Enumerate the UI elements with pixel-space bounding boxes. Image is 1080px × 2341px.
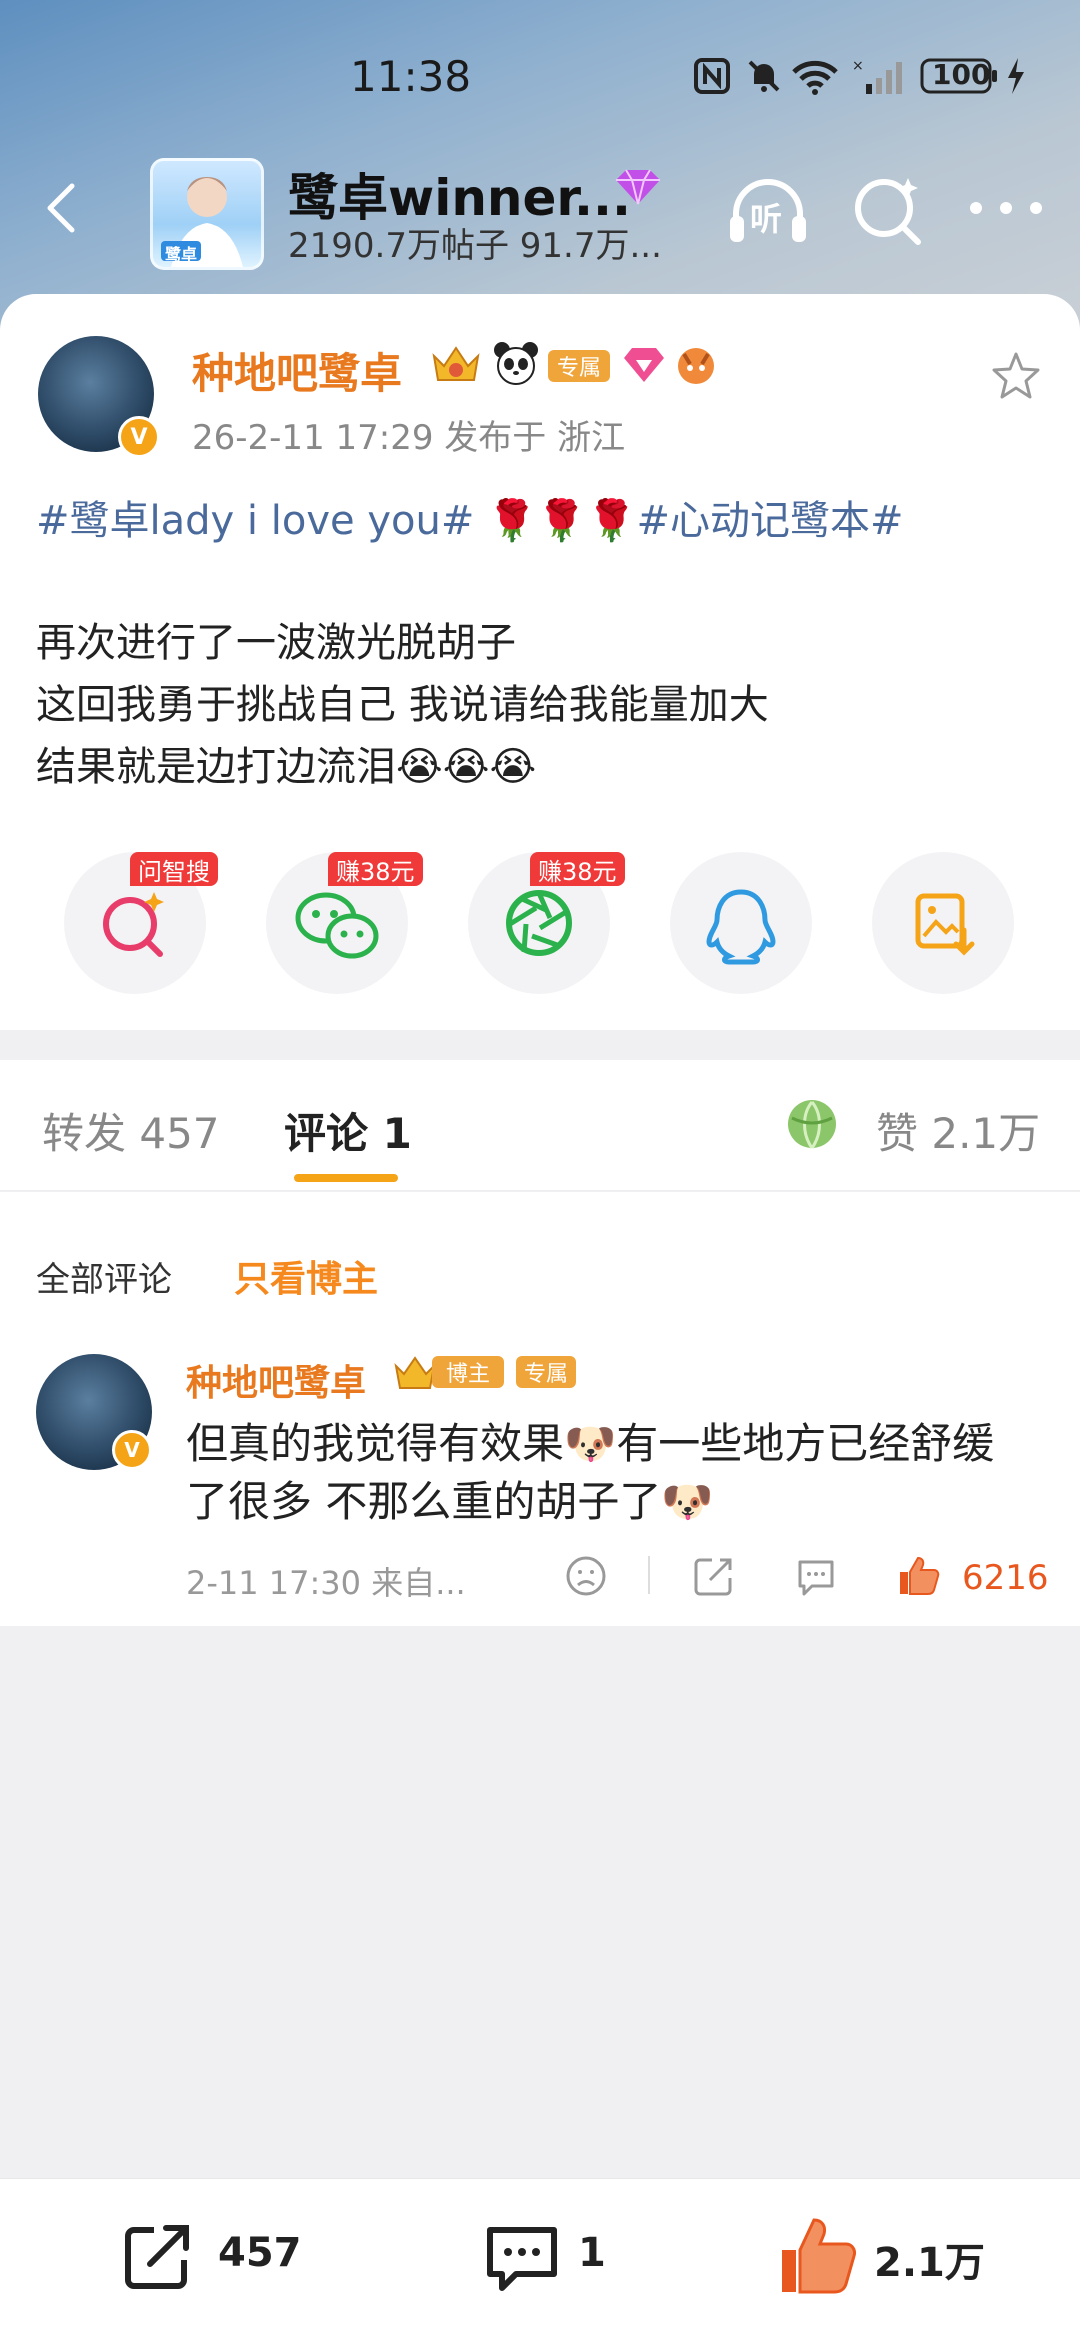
comment-meta: 2-11 17:30 来自... [186, 1564, 466, 1602]
wifi-icon [792, 60, 838, 95]
forward-comment-icon[interactable] [692, 1554, 736, 1598]
tab-comment[interactable]: 评论 1 [284, 1100, 412, 1161]
author-name[interactable]: 种地吧鹭卓 [192, 340, 402, 401]
fox-badge-icon [678, 348, 714, 384]
post-meta: 26-2-11 17:29 发布于 浙江 [192, 418, 626, 458]
verified-badge-icon: V [118, 416, 160, 458]
exclusive-badge: 专属 [516, 1356, 576, 1388]
save-image-button[interactable] [872, 852, 1014, 994]
like-count[interactable]: 2.1万 [874, 2230, 985, 2288]
diamond-icon [616, 169, 660, 205]
verified-badge-icon: V [112, 1430, 152, 1470]
tab-repost[interactable]: 转发 457 [42, 1100, 220, 1161]
status-time: 11:38 [350, 52, 472, 101]
commenter-name[interactable]: 种地吧鹭卓 [186, 1354, 366, 1406]
qq-penguin-icon [706, 889, 776, 965]
mute-bell-icon [748, 60, 780, 92]
comment-like-count: 6216 [962, 1558, 1049, 1598]
listen-button[interactable]: 听 [726, 178, 810, 246]
share-tag-wenzhisou: 问智搜 [130, 852, 218, 886]
share-qq-button[interactable] [670, 852, 812, 994]
more-options-button[interactable] [964, 196, 1048, 220]
channel-subtitle: 2190.7万帖子 91.7万... [288, 226, 662, 266]
active-tab-indicator [294, 1174, 398, 1182]
listen-label: 听 [750, 200, 783, 238]
back-button[interactable] [34, 178, 94, 238]
share-tag-moments: 赚38元 [530, 852, 625, 886]
charging-icon [1008, 58, 1024, 94]
nfc-icon [694, 58, 730, 94]
post-text-line: 再次进行了一波激光脱胡子 [36, 620, 516, 666]
comment-text-line: 了很多 不那么重的胡子了🐶 [186, 1477, 714, 1526]
comment-text-line: 但真的我觉得有效果🐶有一些地方已经舒缓 [186, 1419, 995, 1468]
signal-icon: × [852, 58, 902, 94]
repost-count[interactable]: 457 [218, 2230, 302, 2276]
svg-text:×: × [852, 58, 864, 74]
comment-icon[interactable] [482, 2222, 562, 2294]
post-hashtags[interactable]: #鹭卓lady i love you# 🌹🌹🌹#心动记鹭本# [36, 488, 904, 546]
channel-avatar[interactable]: 鹭卓 [150, 158, 264, 270]
pink-diamond-icon [624, 348, 664, 382]
battery-level: 100 [932, 58, 991, 91]
save-image-icon [915, 893, 975, 956]
filter-blogger-only[interactable]: 只看博主 [234, 1250, 378, 1302]
repost-icon[interactable] [120, 2222, 196, 2294]
comment-count[interactable]: 1 [578, 2230, 606, 2276]
favorite-star-button[interactable] [990, 350, 1042, 402]
tab-like[interactable]: 赞 2.1万 [876, 1100, 1040, 1161]
dislike-face-icon[interactable] [564, 1554, 608, 1598]
crown-medal-icon [432, 346, 480, 381]
avatar-caption: 鹭卓 [165, 245, 198, 264]
filter-all-comments[interactable]: 全部评论 [36, 1252, 172, 1301]
blogger-badge: 博主 [432, 1356, 504, 1388]
panda-icon [494, 342, 538, 385]
exclusive-badge: 专属 [548, 350, 610, 382]
like-thumb-icon[interactable] [778, 2214, 858, 2298]
share-tag-wechat: 赚38元 [328, 852, 423, 886]
thumbs-up-icon[interactable] [896, 1554, 940, 1598]
cabbage-icon [788, 1100, 836, 1149]
reply-comment-icon[interactable] [794, 1554, 838, 1598]
action-divider [648, 1556, 650, 1594]
post-text-line: 这回我勇于挑战自己 我说请给我能量加大 [36, 682, 769, 728]
search-button[interactable] [852, 172, 924, 248]
post-text-line: 结果就是边打边流泪😭😭😭 [36, 744, 537, 790]
